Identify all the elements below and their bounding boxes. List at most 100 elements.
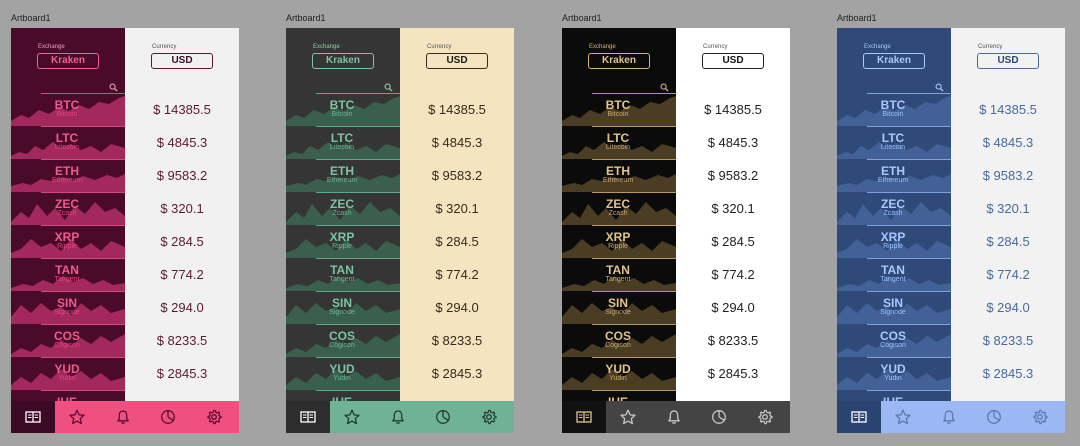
coin-row-eth[interactable]: ETH Ethereum (837, 159, 951, 192)
artboard-wrapper-navy: Artboard1 Exchange Kraken BTC Bitcoin LTC Lite… (837, 0, 1080, 446)
row-separator (316, 291, 400, 292)
coin-row-ltc[interactable]: LTC Litecoin (11, 126, 125, 159)
coin-row-yud[interactable]: YUD Yudin (837, 357, 951, 390)
coin-row-cos[interactable]: COS Cogison (11, 324, 125, 357)
coin-row-yud[interactable]: YUD Yudin (11, 357, 125, 390)
coin-symbol: YUD (329, 362, 355, 376)
bell-icon[interactable] (115, 409, 131, 425)
coin-row-sin[interactable]: SIN Signode (562, 291, 676, 324)
pie-chart-icon[interactable] (160, 409, 176, 425)
bell-icon[interactable] (941, 409, 957, 425)
coin-symbol: TAN (606, 263, 630, 277)
coin-row-eth[interactable]: ETH Ethereum (562, 159, 676, 192)
search-icon[interactable] (384, 79, 393, 92)
pie-chart-icon[interactable] (435, 409, 451, 425)
coin-price: $ 294.0 (435, 300, 479, 315)
coin-row-zec[interactable]: ZEC Zcash (562, 192, 676, 225)
coin-price: $ 320.1 (986, 201, 1030, 216)
bell-icon[interactable] (666, 409, 682, 425)
coin-symbol: ZEC (606, 197, 630, 211)
coin-price: $ 284.5 (711, 234, 755, 249)
star-icon[interactable] (620, 409, 636, 425)
gear-icon[interactable] (206, 409, 222, 425)
coin-price: $ 8233.5 (982, 333, 1034, 348)
row-separator (41, 93, 125, 94)
currency-selector[interactable]: USD (151, 53, 213, 69)
coin-row-cos[interactable]: COS Cogison (562, 324, 676, 357)
currency-label: Currency (978, 44, 1003, 50)
coin-row-cos[interactable]: COS Cogison (286, 324, 400, 357)
coin-price: $ 4845.3 (707, 135, 759, 150)
book-icon[interactable] (576, 409, 592, 425)
coin-row-eth[interactable]: ETH Ethereum (11, 159, 125, 192)
gear-icon[interactable] (757, 409, 773, 425)
coin-symbol: XRP (605, 230, 631, 244)
row-separator (41, 225, 125, 226)
book-icon[interactable] (300, 409, 316, 425)
book-icon[interactable] (851, 409, 867, 425)
search-icon[interactable] (935, 79, 944, 92)
exchange-selector[interactable]: Kraken (37, 53, 99, 69)
coin-row-zec[interactable]: ZEC Zcash (286, 192, 400, 225)
coin-row-btc[interactable]: BTC Bitcoin (11, 93, 125, 126)
coin-price: $ 8233.5 (707, 333, 759, 348)
row-separator (592, 258, 676, 259)
artboard-gold: Exchange Kraken BTC Bitcoin LTC Litecoin ETH Et… (562, 28, 790, 433)
coin-row-xrp[interactable]: XRP Ripple (562, 225, 676, 258)
coin-row-yud[interactable]: YUD Yudin (286, 357, 400, 390)
coin-row-ltc[interactable]: LTC Litecoin (562, 126, 676, 159)
coin-row-sin[interactable]: SIN Signode (11, 291, 125, 324)
coin-row-tan[interactable]: TAN Tangent (286, 258, 400, 291)
gear-icon[interactable] (1032, 409, 1048, 425)
star-icon[interactable] (69, 409, 85, 425)
coin-row-ltc[interactable]: LTC Litecoin (837, 126, 951, 159)
coin-row-zec[interactable]: ZEC Zcash (837, 192, 951, 225)
coin-row-cos[interactable]: COS Cogison (837, 324, 951, 357)
coin-symbol: ZEC (55, 197, 79, 211)
coin-symbol: LTC (606, 131, 630, 145)
row-separator (592, 192, 676, 193)
gear-icon[interactable] (481, 409, 497, 425)
star-icon[interactable] (344, 409, 360, 425)
coin-row-zec[interactable]: ZEC Zcash (11, 192, 125, 225)
coin-price: $ 14385.5 (428, 102, 486, 117)
coin-name: Bitcoin (56, 111, 78, 118)
exchange-label: Exchange (864, 44, 891, 50)
coin-row-xrp[interactable]: XRP Ripple (11, 225, 125, 258)
search-icon[interactable] (109, 79, 118, 92)
coin-symbol: XRP (329, 230, 355, 244)
pie-chart-icon[interactable] (986, 409, 1002, 425)
coin-name: Litecoin (54, 144, 80, 151)
coin-name: Ripple (608, 243, 628, 250)
coin-name: Tangent (605, 276, 631, 283)
exchange-selector[interactable]: Kraken (588, 53, 650, 69)
coin-row-btc[interactable]: BTC Bitcoin (837, 93, 951, 126)
coin-row-yud[interactable]: YUD Yudin (562, 357, 676, 390)
exchange-selector[interactable]: Kraken (312, 53, 374, 69)
coin-row-tan[interactable]: TAN Tangent (562, 258, 676, 291)
exchange-selector[interactable]: Kraken (863, 53, 925, 69)
row-separator (316, 126, 400, 127)
bell-icon[interactable] (390, 409, 406, 425)
coin-name: Cogison (605, 342, 631, 349)
book-icon[interactable] (25, 409, 41, 425)
coin-row-sin[interactable]: SIN Signode (286, 291, 400, 324)
row-separator (592, 324, 676, 325)
coin-row-eth[interactable]: ETH Ethereum (286, 159, 400, 192)
coin-row-ltc[interactable]: LTC Litecoin (286, 126, 400, 159)
coin-row-btc[interactable]: BTC Bitcoin (286, 93, 400, 126)
pie-chart-icon[interactable] (711, 409, 727, 425)
coin-row-xrp[interactable]: XRP Ripple (286, 225, 400, 258)
search-icon[interactable] (660, 79, 669, 92)
row-separator (41, 291, 125, 292)
coin-row-sin[interactable]: SIN Signode (837, 291, 951, 324)
currency-selector[interactable]: USD (702, 53, 764, 69)
coin-row-xrp[interactable]: XRP Ripple (837, 225, 951, 258)
currency-selector[interactable]: USD (426, 53, 488, 69)
coin-row-tan[interactable]: TAN Tangent (11, 258, 125, 291)
coin-row-btc[interactable]: BTC Bitcoin (562, 93, 676, 126)
coin-row-tan[interactable]: TAN Tangent (837, 258, 951, 291)
coin-symbol: SIN (882, 296, 903, 310)
star-icon[interactable] (895, 409, 911, 425)
currency-selector[interactable]: USD (977, 53, 1039, 69)
